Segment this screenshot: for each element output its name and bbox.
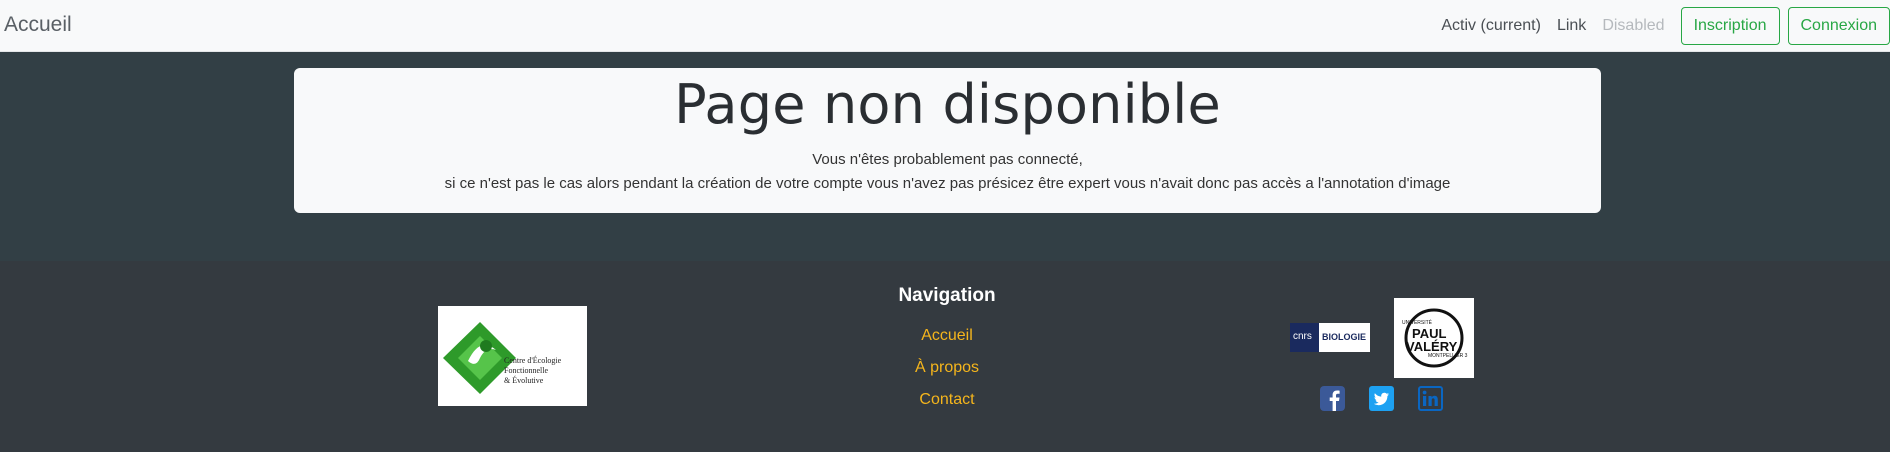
nav-link-link[interactable]: Link xyxy=(1557,17,1586,35)
cnrs-text: BIOLOGIE xyxy=(1322,332,1367,342)
cefe-logo: Centre d'Écologie Fonctionnelle & Évolut… xyxy=(438,306,587,406)
message-line-2: si ce n'est pas le cas alors pendant la … xyxy=(444,175,1451,192)
page-title: Page non disponible xyxy=(674,73,1221,136)
upv-name-2: VALÉRY xyxy=(1406,339,1458,354)
nav-right: Activ (current) Link Disabled Inscriptio… xyxy=(1441,0,1890,52)
card-message: Vous n'êtes probablement pas connecté, s… xyxy=(294,148,1601,196)
cefe-line-2: Fonctionnelle xyxy=(504,366,548,375)
signup-button[interactable]: Inscription xyxy=(1680,7,1780,45)
social-links xyxy=(1320,386,1443,411)
footer-link-accueil[interactable]: Accueil xyxy=(847,320,1047,352)
unavailable-card: Page non disponible Vous n'êtes probable… xyxy=(294,68,1601,213)
footer-nav-heading: Navigation xyxy=(898,285,996,306)
footer-navigation: Navigation Accueil À propos Contact xyxy=(847,285,1047,416)
navbar: Accueil Activ (current) Link Disabled In… xyxy=(0,0,1890,52)
nav-link-active[interactable]: Activ (current) xyxy=(1441,17,1541,35)
login-button[interactable]: Connexion xyxy=(1787,7,1890,45)
footer-link-contact[interactable]: Contact xyxy=(847,384,1047,416)
cefe-line-3: & Évolutive xyxy=(504,376,544,385)
nav-link-disabled: Disabled xyxy=(1602,17,1665,34)
cefe-line-1: Centre d'Écologie xyxy=(504,356,562,365)
upv-logo: UNIVERSITÉ PAUL VALÉRY MONTPELLIER 3 xyxy=(1394,298,1474,378)
brand-link[interactable]: Accueil xyxy=(4,13,72,37)
upv-bottom: MONTPELLIER 3 xyxy=(1428,353,1468,359)
cnrs-biologie-logo: cnrs BIOLOGIE xyxy=(1290,323,1370,352)
footer: Centre d'Écologie Fonctionnelle & Évolut… xyxy=(0,261,1890,452)
facebook-icon[interactable] xyxy=(1320,386,1345,411)
twitter-icon[interactable] xyxy=(1369,386,1394,411)
message-line-1: Vous n'êtes probablement pas connecté, xyxy=(812,151,1083,168)
main-content: Page non disponible Vous n'êtes probable… xyxy=(0,52,1890,261)
cnrs-mark: cnrs xyxy=(1293,331,1312,342)
linkedin-icon[interactable] xyxy=(1418,386,1443,411)
footer-link-apropos[interactable]: À propos xyxy=(847,352,1047,384)
